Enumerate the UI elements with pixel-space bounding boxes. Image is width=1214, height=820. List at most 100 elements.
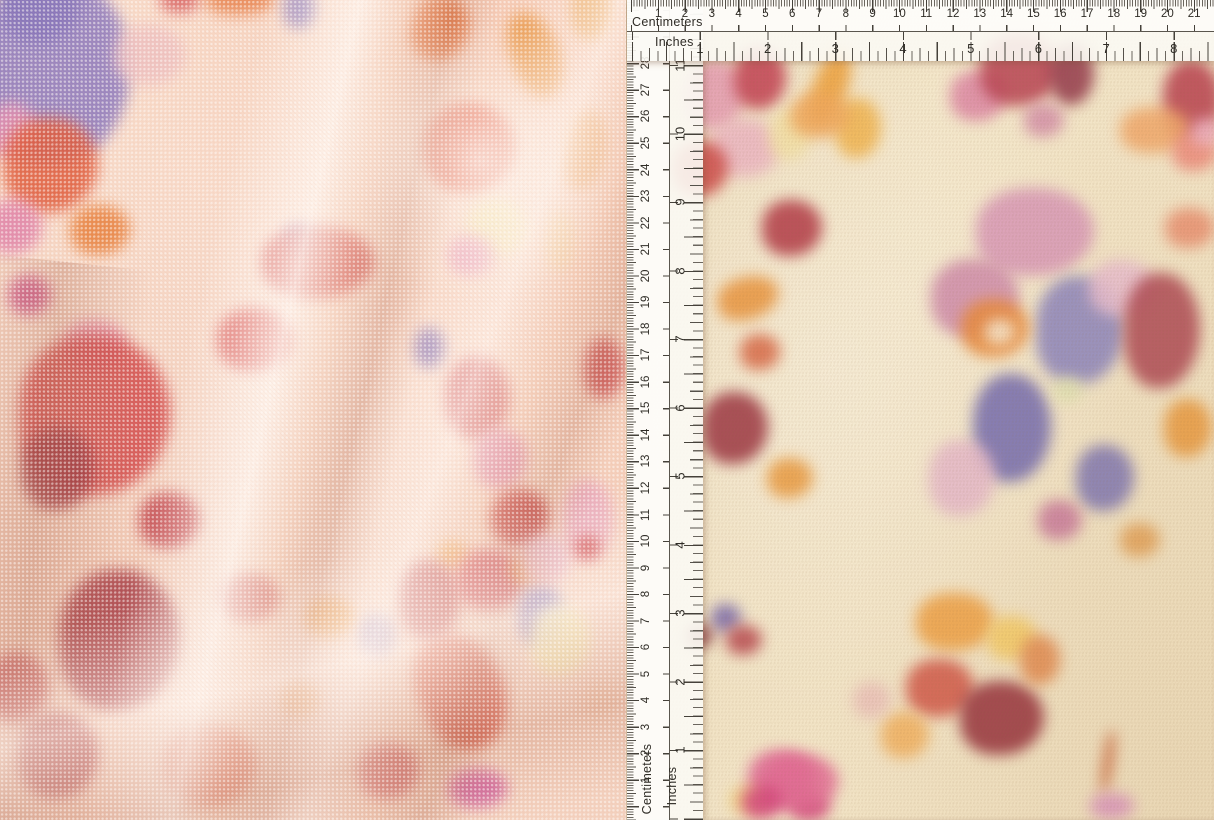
flower-blob — [530, 605, 590, 675]
cm-number: 14 — [1000, 8, 1013, 20]
flat-fabric-panel: Centimeters 1234567891011121314151617181… — [626, 0, 1214, 820]
inch-number: 7 — [1102, 41, 1109, 56]
flower-blob — [360, 615, 396, 657]
cm-number: 20 — [1161, 8, 1174, 20]
cm-number: 26 — [640, 110, 652, 123]
flower-blob — [498, 5, 573, 104]
flower-blob — [881, 712, 929, 758]
flower-blob — [960, 681, 1044, 755]
cm-number: 19 — [1134, 8, 1147, 20]
flower-blob — [916, 593, 994, 651]
cm-number: 19 — [640, 296, 652, 309]
flower-blob — [447, 357, 509, 439]
flower-blob — [853, 682, 891, 718]
flower-blob — [449, 235, 495, 275]
flower-blob — [1020, 635, 1060, 685]
cm-number: 16 — [1054, 8, 1067, 20]
flower-blob — [1024, 103, 1064, 137]
flower-blob — [740, 334, 780, 370]
inch-number: 5 — [967, 41, 974, 56]
flower-blob — [1099, 730, 1118, 795]
flower-blob — [580, 680, 620, 720]
flower-blob — [60, 570, 180, 710]
fabric-product-photo: Centimeters 1234567891011121314151617181… — [0, 0, 1214, 820]
inch-number: 3 — [832, 41, 839, 56]
cm-number: 23 — [640, 190, 652, 203]
flower-blob — [545, 210, 575, 270]
flower-blob — [929, 440, 995, 516]
cm-number: 11 — [920, 8, 932, 20]
flower-blob — [218, 309, 293, 371]
cm-number: 8 — [640, 591, 652, 597]
cm-number: 24 — [640, 163, 652, 176]
cm-number: 9 — [640, 564, 652, 570]
cm-number: 3 — [709, 8, 715, 20]
draped-fabric-print — [0, 0, 626, 820]
cm-number: 10 — [640, 535, 652, 548]
flower-blob — [404, 0, 475, 67]
flower-blob — [1164, 399, 1212, 457]
cm-number: 3 — [640, 724, 652, 730]
flower-blob — [160, 0, 200, 13]
flower-blob — [415, 328, 445, 368]
flower-blob — [1120, 523, 1160, 557]
cm-number: 10 — [893, 8, 906, 20]
inch-number: 4 — [673, 541, 688, 548]
cm-number: 8 — [843, 8, 849, 20]
inch-number: 8 — [673, 267, 688, 274]
cm-number: 18 — [1107, 8, 1120, 20]
flower-blob — [449, 769, 507, 807]
cm-number: 6 — [640, 644, 652, 650]
cm-number: 22 — [640, 216, 652, 229]
draped-fabric-panel — [0, 0, 626, 820]
vertical-cm-scale: Centimeters 1234567891011121314151617181… — [627, 0, 670, 820]
flower-blob — [767, 458, 813, 498]
flower-blob — [18, 713, 98, 798]
flower-blob — [1124, 273, 1200, 388]
horizontal-cm-scale: Centimeters 1234567891011121314151617181… — [627, 0, 1214, 32]
inch-number: 6 — [1035, 41, 1042, 56]
inch-number: 10 — [673, 126, 688, 140]
flower-blob — [305, 598, 355, 638]
cm-number: 2 — [640, 750, 652, 756]
cm-number: 27 — [640, 84, 652, 97]
cm-number: 12 — [947, 8, 960, 20]
inch-number: 6 — [673, 404, 688, 411]
inch-number: 5 — [673, 472, 688, 479]
cm-number: 16 — [640, 375, 652, 388]
flower-blob — [22, 427, 94, 509]
inches-label: Inches — [665, 767, 679, 806]
flower-blob — [742, 785, 782, 819]
vertical-inch-scale: Inches 1234567891011 — [670, 0, 703, 820]
flower-blob — [558, 107, 611, 193]
horizontal-ruler: Centimeters 1234567891011121314151617181… — [627, 0, 1214, 61]
cm-number: 2 — [682, 8, 688, 20]
flower-blob — [584, 338, 624, 398]
flower-blob — [702, 392, 768, 464]
cm-number: 13 — [640, 455, 652, 468]
flower-blob — [70, 205, 130, 255]
flower-blob — [280, 682, 320, 718]
flat-fabric-print — [626, 0, 1214, 820]
cm-number: 18 — [640, 322, 652, 335]
cm-number: 21 — [1188, 8, 1201, 20]
flower-blob — [396, 618, 524, 763]
cm-number: 4 — [735, 8, 741, 20]
flower-blob — [0, 653, 48, 723]
flower-blob — [284, 0, 316, 29]
cm-number: 1 — [640, 777, 652, 783]
flower-blob — [1038, 500, 1082, 540]
flower-blob — [1076, 445, 1134, 511]
flower-blob — [726, 625, 762, 655]
flower-blob — [164, 725, 256, 805]
cm-number: 5 — [762, 8, 768, 20]
flower-blob — [9, 275, 51, 315]
centimeters-label: Centimeters — [632, 15, 703, 29]
cm-number: 15 — [1027, 8, 1040, 20]
inch-number: 7 — [673, 335, 688, 342]
flower-blob — [520, 535, 570, 585]
inch-number: 2 — [673, 678, 688, 685]
horizontal-inch-scale: Inches 12345678 — [627, 32, 1214, 61]
flower-blob — [1053, 377, 1083, 403]
flower-blob — [358, 743, 418, 798]
